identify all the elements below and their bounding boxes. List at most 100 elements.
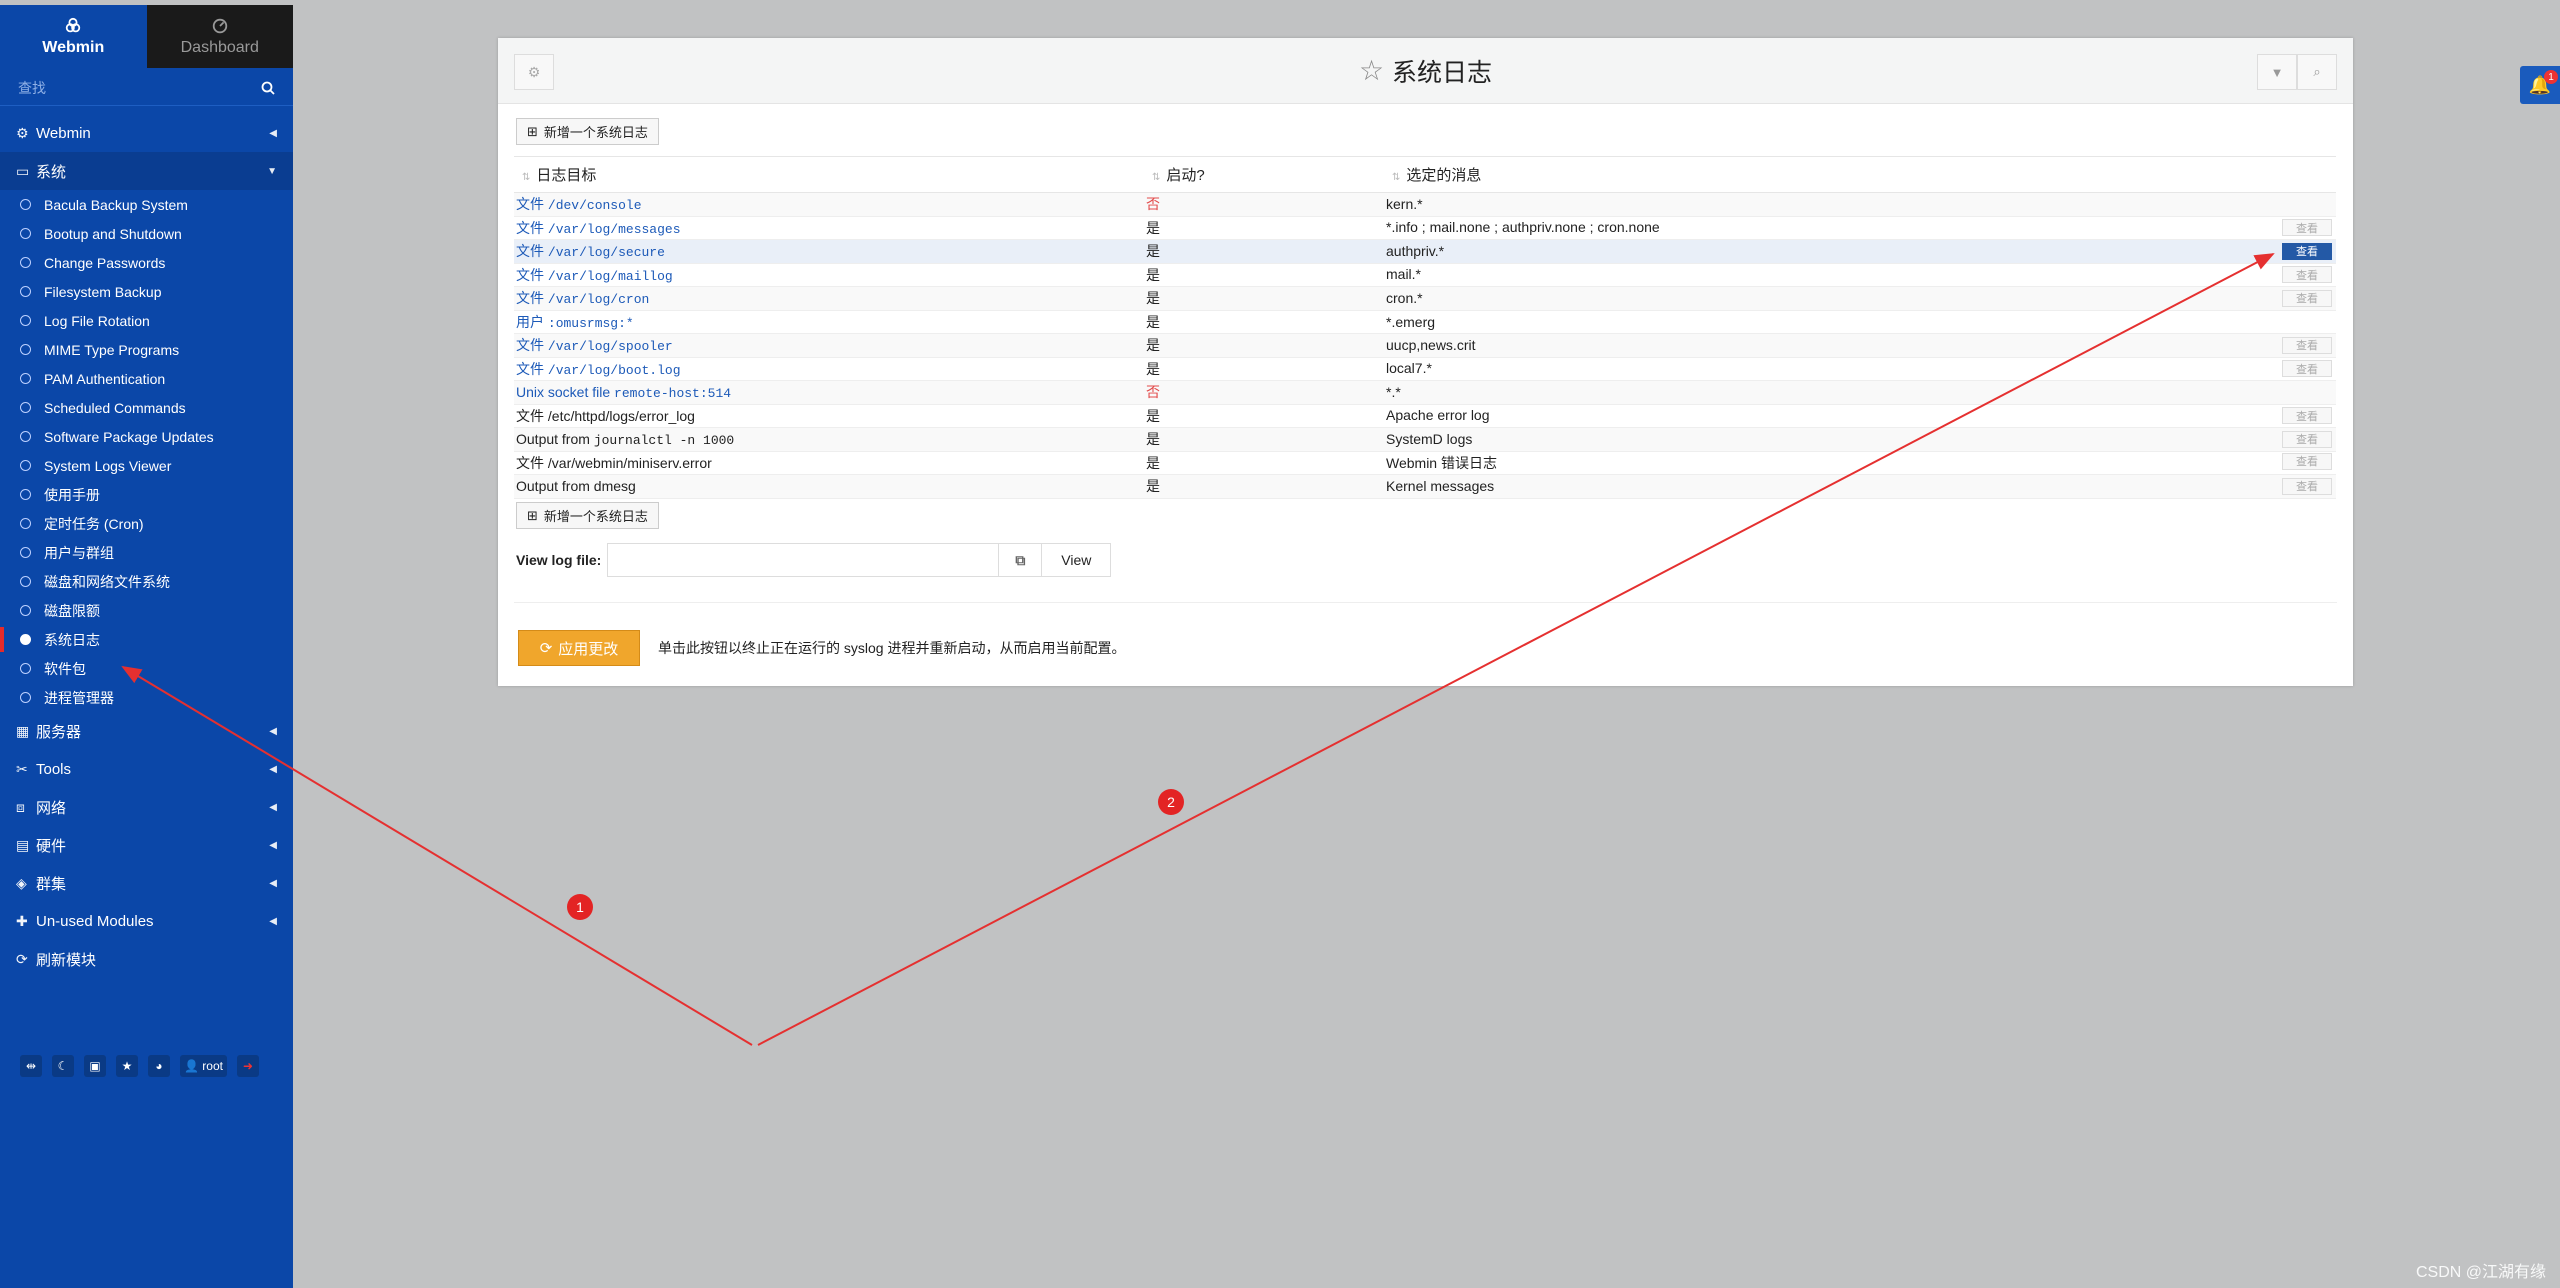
- sidebar-item-15[interactable]: 系统日志: [0, 625, 293, 654]
- view-log-button[interactable]: 查看: [2282, 407, 2332, 425]
- view-log-button[interactable]: 查看: [2282, 336, 2332, 354]
- sidebar-item-4[interactable]: Log File Rotation: [0, 306, 293, 335]
- target-path: /var/log/messages: [547, 221, 681, 237]
- view-log-button[interactable]: 查看: [2282, 289, 2332, 307]
- category-system[interactable]: ▭ 系统 ▼: [0, 152, 293, 190]
- palette-icon[interactable]: ◕: [148, 1055, 170, 1077]
- target-path: /var/log/secure: [547, 245, 665, 261]
- cell-messages: SystemD logs 查看: [1384, 427, 2336, 452]
- sidebar-search[interactable]: 查找: [0, 70, 293, 106]
- category-0[interactable]: ▦ 服务器 ◀: [0, 712, 293, 750]
- cell-target[interactable]: 文件 /var/log/boot.log: [514, 357, 1144, 381]
- view-log-button[interactable]: 查看: [2282, 219, 2332, 237]
- cell-target[interactable]: Unix socket file remote-host:514: [514, 380, 1144, 405]
- sidebar-item-9[interactable]: System Logs Viewer: [0, 451, 293, 480]
- search-icon[interactable]: [261, 81, 275, 95]
- table-row: 文件 /var/log/boot.log 是 local7.* 查看: [514, 357, 2336, 381]
- file-chooser-button[interactable]: ⧉: [998, 543, 1043, 577]
- view-log-button[interactable]: 查看: [2282, 430, 2332, 448]
- col-target-label: 日志目标: [536, 167, 597, 184]
- sidebar-item-17[interactable]: 进程管理器: [0, 683, 293, 712]
- category-1[interactable]: ✂ Tools ◀: [0, 750, 293, 788]
- user-button[interactable]: 👤 root: [180, 1055, 227, 1077]
- refresh-icon: ⟳: [539, 640, 553, 657]
- notification-button[interactable]: 🔔 1: [2520, 66, 2560, 104]
- category-4[interactable]: ◈ 群集 ◀: [0, 864, 293, 902]
- module-config-button[interactable]: ⚙: [514, 54, 554, 90]
- cell-target[interactable]: 文件 /dev/console: [514, 192, 1144, 217]
- sidebar-item-13[interactable]: 磁盘和网络文件系统: [0, 567, 293, 596]
- target-prefix: Output from dmesg: [516, 477, 636, 494]
- search-input[interactable]: 查找: [18, 78, 261, 98]
- view-log-button[interactable]: 查看: [2282, 266, 2332, 284]
- circle-icon: [20, 460, 31, 471]
- view-button[interactable]: View: [1041, 543, 1112, 577]
- logout-icon[interactable]: ➜: [236, 1055, 259, 1077]
- panel-search-button[interactable]: ⌕: [2297, 54, 2337, 90]
- enabled-value: 是: [1146, 337, 1160, 354]
- sidebar-item-14[interactable]: 磁盘限额: [0, 596, 293, 625]
- cell-target[interactable]: 用户 :omusrmsg:*: [514, 310, 1144, 334]
- target-prefix: 文件: [516, 360, 544, 377]
- sidebar-item-11[interactable]: 定时任务 (Cron): [0, 509, 293, 538]
- view-log-button[interactable]: 查看: [2282, 452, 2332, 470]
- cell-target[interactable]: 文件 /var/log/cron: [514, 286, 1144, 311]
- sidebar-item-7[interactable]: Scheduled Commands: [0, 393, 293, 422]
- sidebar-item-8[interactable]: Software Package Updates: [0, 422, 293, 451]
- add-syslog-button-top[interactable]: ⊞ 新增一个系统日志: [516, 118, 659, 145]
- col-messages[interactable]: ⇅ 选定的消息: [1384, 156, 2336, 193]
- sidebar-item-5[interactable]: MIME Type Programs: [0, 335, 293, 364]
- view-log-input[interactable]: [607, 543, 1000, 577]
- syslog-table: ⇅ 日志目标 ⇅ 启动? ⇅ 选定的消息 文件 /dev/console 否 kern.*…: [514, 156, 2336, 499]
- cell-target[interactable]: 文件 /var/log/secure: [514, 239, 1144, 264]
- view-log-button[interactable]: 查看: [2282, 477, 2332, 495]
- sidebar-item-label: MIME Type Programs: [44, 341, 180, 358]
- cell-messages: kern.*: [1384, 192, 2336, 217]
- messages-value: cron.*: [1386, 289, 1423, 306]
- apply-changes-button[interactable]: ⟳ 应用更改: [518, 630, 640, 666]
- sidebar-item-0[interactable]: Bacula Backup System: [0, 190, 293, 219]
- enabled-value: 否: [1146, 384, 1160, 401]
- circle-icon: [20, 373, 31, 384]
- gear-icon: ⚙: [16, 124, 29, 141]
- category-2[interactable]: ⧈ 网络 ◀: [0, 788, 293, 826]
- chevron-left-icon: ◀: [269, 127, 277, 139]
- col-target[interactable]: ⇅ 日志目标: [514, 156, 1144, 193]
- category-6[interactable]: ⟳ 刷新模块: [0, 940, 293, 978]
- sidebar-item-2[interactable]: Change Passwords: [0, 248, 293, 277]
- favorites-icon[interactable]: ★: [116, 1055, 138, 1077]
- night-mode-icon[interactable]: ☾: [52, 1055, 74, 1077]
- system-items-list: Bacula Backup System Bootup and Shutdown C…: [0, 190, 293, 712]
- sidebar-item-3[interactable]: Filesystem Backup: [0, 277, 293, 306]
- sidebar-item-16[interactable]: 软件包: [0, 654, 293, 683]
- terminal-icon[interactable]: ▣: [84, 1055, 106, 1077]
- sidebar-item-label: 系统日志: [44, 631, 100, 648]
- sidebar-item-label: 定时任务 (Cron): [44, 515, 144, 532]
- circle-icon: [20, 286, 31, 297]
- cell-enabled: 是: [1144, 239, 1384, 264]
- tab-webmin[interactable]: Webmin: [0, 5, 147, 68]
- view-log-button[interactable]: 查看: [2282, 242, 2332, 260]
- sidebar-item-1[interactable]: Bootup and Shutdown: [0, 219, 293, 248]
- favorite-star-icon[interactable]: ☆: [1359, 54, 1384, 87]
- cell-target[interactable]: 文件 /var/log/messages: [514, 216, 1144, 240]
- annotation-marker-2: 2: [1158, 789, 1184, 815]
- category-3[interactable]: ▤ 硬件 ◀: [0, 826, 293, 864]
- cell-target[interactable]: 文件 /var/log/spooler: [514, 333, 1144, 358]
- col-enabled[interactable]: ⇅ 启动?: [1144, 156, 1384, 193]
- messages-value: uucp,news.crit: [1386, 336, 1476, 353]
- tab-dashboard[interactable]: Dashboard: [146, 5, 293, 68]
- category-5[interactable]: ✚ Un-used Modules ◀: [0, 902, 293, 940]
- sidebar-item-label: Change Passwords: [44, 254, 166, 271]
- sidebar-item-12[interactable]: 用户与群组: [0, 538, 293, 567]
- sidebar-item-10[interactable]: 使用手册: [0, 480, 293, 509]
- circle-icon: [20, 634, 31, 645]
- filter-button[interactable]: ▼: [2257, 54, 2297, 90]
- add-syslog-button-bottom[interactable]: ⊞ 新增一个系统日志: [516, 502, 659, 529]
- sidebar-item-6[interactable]: PAM Authentication: [0, 364, 293, 393]
- tools-icon: ✂: [16, 760, 28, 777]
- cell-target[interactable]: 文件 /var/log/maillog: [514, 263, 1144, 287]
- category-webmin[interactable]: ⚙ Webmin ◀: [0, 114, 293, 152]
- toggle-sidebar-icon[interactable]: ⇹: [20, 1055, 42, 1077]
- view-log-button[interactable]: 查看: [2282, 360, 2332, 378]
